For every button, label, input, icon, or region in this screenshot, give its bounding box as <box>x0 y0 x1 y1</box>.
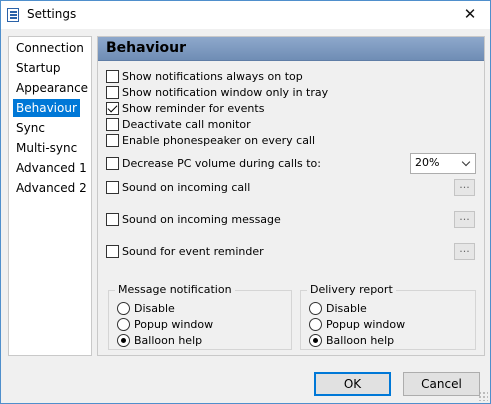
option-label: Show reminder for events <box>122 102 265 115</box>
sidebar-item-sync[interactable]: Sync <box>13 119 48 137</box>
checkbox[interactable] <box>106 118 119 131</box>
option-label: Sound on incoming call <box>122 181 251 194</box>
close-icon[interactable]: ✕ <box>450 1 490 29</box>
chevron-down-icon <box>461 157 471 167</box>
checkbox[interactable] <box>106 181 119 194</box>
sidebar-item-advanced-2[interactable]: Advanced 2 <box>13 179 90 197</box>
option-label: Enable phonespeaker on every call <box>122 134 316 147</box>
radio-button-selected[interactable] <box>309 334 322 347</box>
sidebar-item-connection[interactable]: Connection <box>13 39 87 57</box>
radio-label: Popup window <box>134 318 214 331</box>
sidebar-item-behaviour[interactable]: Behaviour <box>13 99 80 117</box>
sidebar-item-startup[interactable]: Startup <box>13 59 64 77</box>
checkbox[interactable] <box>106 86 119 99</box>
group-title: Delivery report <box>307 283 396 297</box>
resize-grip-icon[interactable] <box>478 391 488 401</box>
option-label: Sound on incoming message <box>122 213 281 226</box>
radio-button[interactable] <box>309 318 322 331</box>
sidebar-item-advanced-1[interactable]: Advanced 1 <box>13 159 90 177</box>
message-notification-group: Message notification Disable Popup windo… <box>108 283 292 350</box>
group-title: Message notification <box>115 283 235 297</box>
title-bar: Settings ✕ <box>1 1 490 29</box>
checkbox[interactable] <box>106 70 119 83</box>
checkbox[interactable] <box>106 157 119 170</box>
radio-label: Disable <box>326 302 367 315</box>
sidebar-item-appearance[interactable]: Appearance <box>13 79 91 97</box>
option-label: Sound for event reminder <box>122 245 264 258</box>
radio-button[interactable] <box>309 302 322 315</box>
settings-category-list: Connection Startup Appearance Behaviour … <box>8 36 92 356</box>
cancel-button[interactable]: Cancel <box>403 372 480 396</box>
browse-sound-call-button[interactable]: ... <box>454 179 475 196</box>
delivery-report-group: Delivery report Disable Popup window Bal… <box>300 283 476 350</box>
checkbox[interactable] <box>106 213 119 226</box>
option-label: Show notification window only in tray <box>122 86 329 99</box>
ok-button[interactable]: OK <box>314 372 391 396</box>
radio-label: Balloon help <box>134 334 203 347</box>
radio-label: Balloon help <box>326 334 395 347</box>
checkbox[interactable] <box>106 245 119 258</box>
browse-sound-reminder-button[interactable]: ... <box>454 243 475 260</box>
radio-button-selected[interactable] <box>117 334 130 347</box>
checkbox[interactable] <box>106 134 119 147</box>
settings-app-icon <box>7 8 19 22</box>
section-header: Behaviour <box>98 37 484 61</box>
window-title: Settings <box>27 7 77 21</box>
radio-button[interactable] <box>117 302 130 315</box>
volume-value: 20% <box>415 156 440 169</box>
settings-window: Settings ✕ Connection Startup Appearance… <box>0 0 491 404</box>
sidebar-item-multi-sync[interactable]: Multi-sync <box>13 139 80 157</box>
checkbox-checked[interactable] <box>106 102 119 115</box>
option-label: Show notifications always on top <box>122 70 303 83</box>
option-label: Deactivate call monitor <box>122 118 251 131</box>
section-title: Behaviour <box>106 40 186 56</box>
radio-button[interactable] <box>117 318 130 331</box>
dialog-button-bar: OK Cancel <box>1 359 490 403</box>
option-label: Decrease PC volume during calls to: <box>122 157 321 170</box>
radio-label: Disable <box>134 302 175 315</box>
behaviour-panel: Behaviour Show notifications always on t… <box>97 36 485 356</box>
volume-dropdown[interactable]: 20% <box>410 153 476 174</box>
radio-label: Popup window <box>326 318 406 331</box>
browse-sound-message-button[interactable]: ... <box>454 211 475 228</box>
